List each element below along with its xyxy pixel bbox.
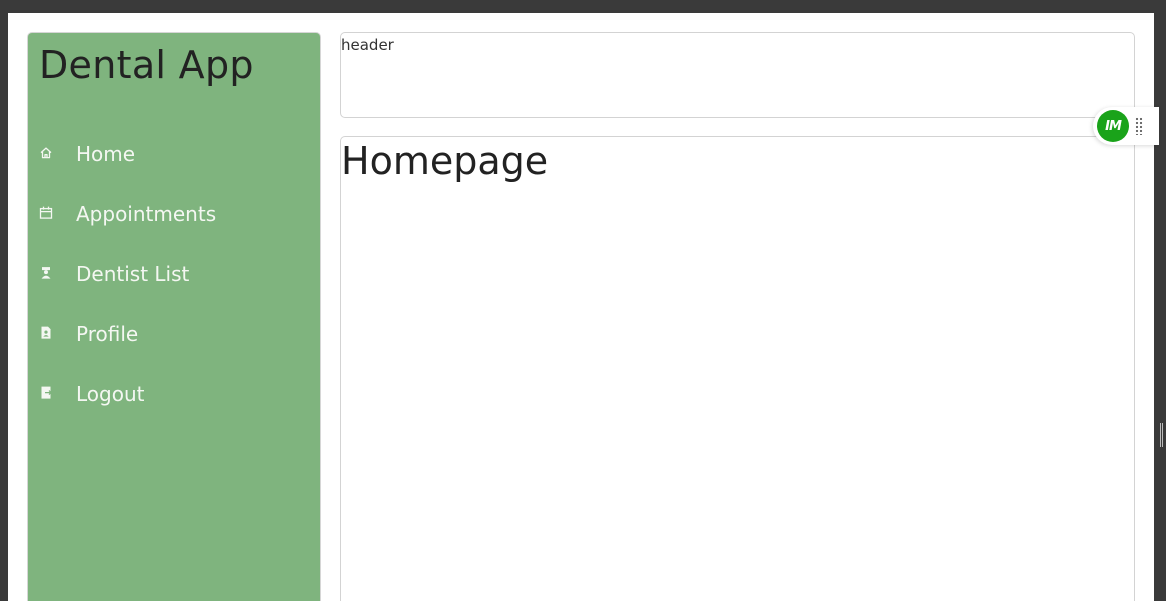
app-title: Dental App (39, 43, 254, 87)
extension-widget[interactable]: IM (1093, 107, 1159, 145)
drag-handle-icon[interactable] (1135, 117, 1143, 135)
page: Dental App Home Appointments Dentist Lis… (8, 13, 1154, 601)
sidebar-item-home[interactable]: Home (28, 134, 322, 174)
header-text: header (341, 36, 394, 54)
header-panel: header (340, 32, 1135, 118)
calendar-icon (39, 206, 53, 220)
extension-logo-icon[interactable]: IM (1097, 110, 1129, 142)
main-content: Homepage (340, 136, 1135, 601)
page-title: Homepage (341, 139, 549, 183)
home-icon (39, 146, 53, 160)
sidebar-item-appointments[interactable]: Appointments (28, 194, 322, 234)
profile-icon (39, 326, 53, 340)
resize-handle-icon[interactable] (1160, 423, 1163, 447)
sidebar-item-dentist-list[interactable]: Dentist List (28, 254, 322, 294)
sidebar-item-label: Profile (76, 322, 139, 346)
sidebar-item-label: Home (76, 142, 136, 166)
logout-icon (39, 386, 53, 400)
dentist-icon (39, 266, 53, 280)
sidebar-item-label: Appointments (76, 202, 217, 226)
sidebar-item-logout[interactable]: Logout (28, 374, 322, 414)
sidebar: Dental App Home Appointments Dentist Lis… (27, 32, 321, 601)
sidebar-item-label: Dentist List (76, 262, 190, 286)
sidebar-item-profile[interactable]: Profile (28, 314, 322, 354)
sidebar-item-label: Logout (76, 382, 145, 406)
